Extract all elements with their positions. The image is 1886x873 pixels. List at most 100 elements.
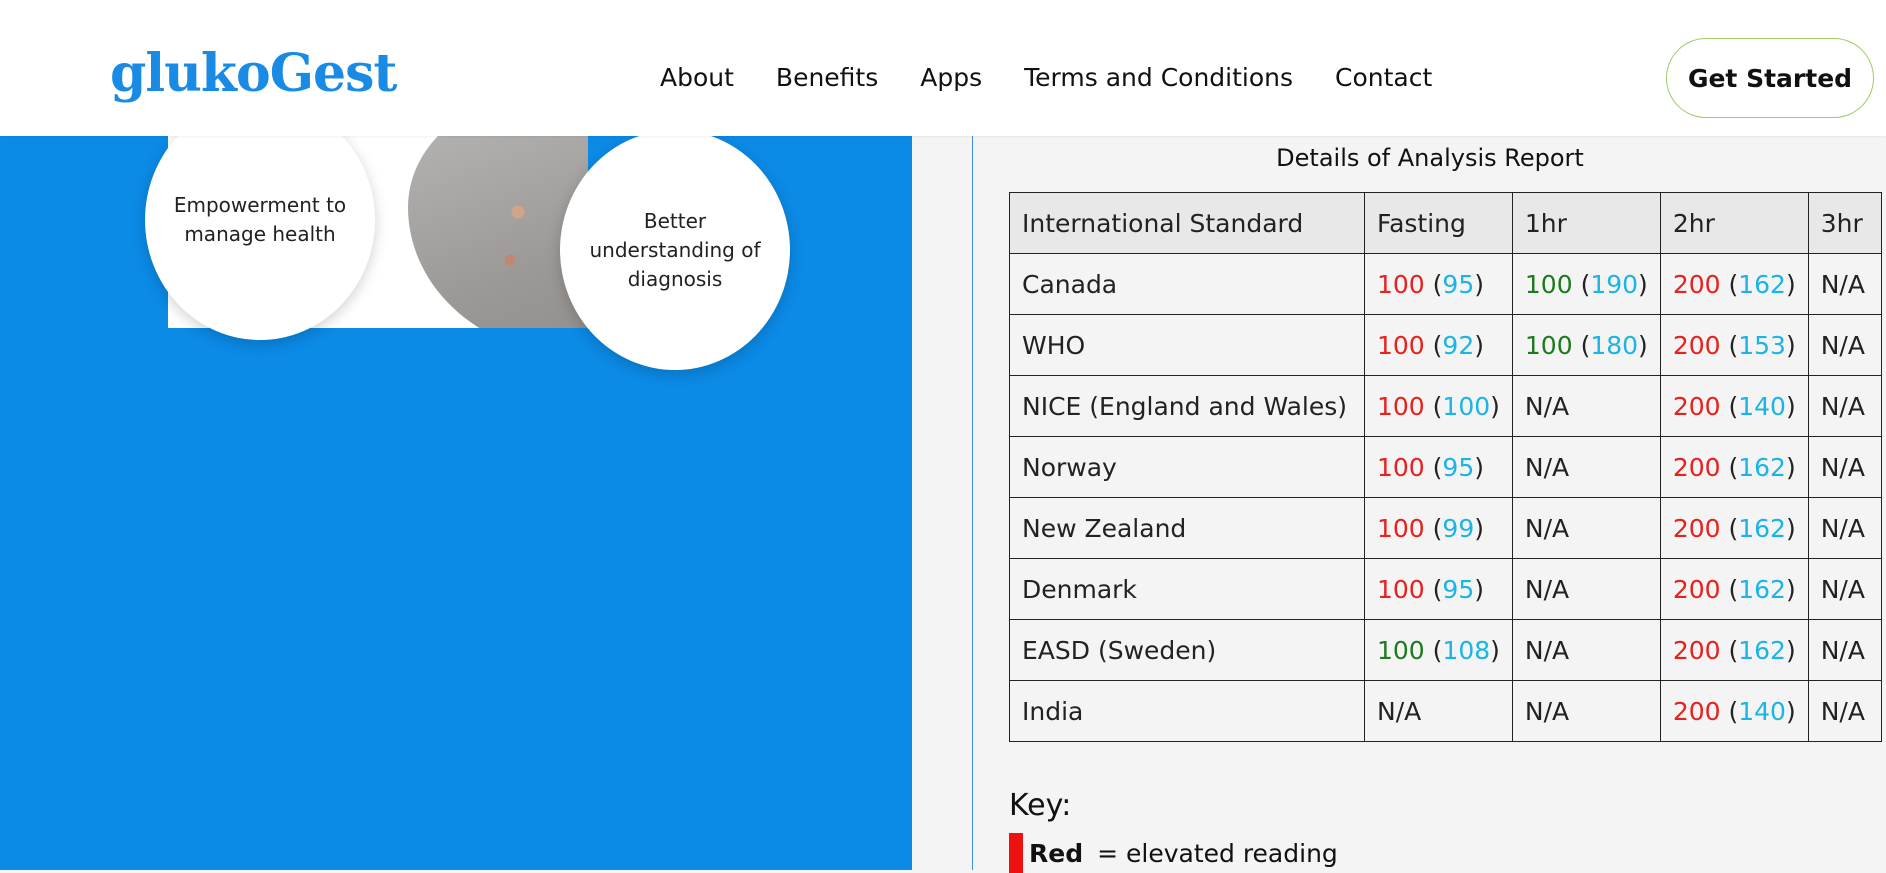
- reading-value: 200: [1672, 635, 1721, 665]
- cell-fasting: 100 (95): [1364, 436, 1513, 498]
- reading-value: 100: [1377, 452, 1425, 482]
- cell-h3: N/A: [1807, 253, 1882, 315]
- cell-h3: N/A: [1807, 436, 1882, 498]
- cell-standard: WHO: [1009, 314, 1365, 376]
- header-standard: International Standard: [1009, 192, 1365, 254]
- cell-h1: 100 (180): [1511, 314, 1661, 376]
- table-row: WHO 100 (92) 100 (180) 200 (153) N/A: [1009, 314, 1882, 376]
- nav-contact[interactable]: Contact: [1335, 62, 1432, 94]
- cell-h2: 200 (162): [1659, 497, 1809, 559]
- table-row: New Zealand 100 (99) N/A 200 (162) N/A: [1009, 497, 1882, 559]
- cell-fasting: 100 (92): [1364, 314, 1513, 376]
- reference-value: 162: [1738, 513, 1786, 543]
- reference-value: 180: [1590, 330, 1639, 360]
- reference-value: 153: [1738, 330, 1786, 360]
- benefit-text: Empowerment to manage health: [173, 193, 347, 246]
- header-fasting: Fasting: [1364, 192, 1513, 254]
- cell-standard: NICE (England and Wales): [1009, 375, 1365, 437]
- key-label: Red: [1029, 838, 1084, 868]
- cell-h2: 200 (140): [1659, 680, 1809, 742]
- panel-divider: [972, 136, 973, 870]
- cell-h1: N/A: [1511, 619, 1661, 681]
- table-row: Norway 100 (95) N/A 200 (162) N/A: [1009, 436, 1882, 498]
- cell-h3: N/A: [1807, 619, 1882, 681]
- cell-standard: Denmark: [1009, 558, 1365, 620]
- cell-h2: 200 (162): [1659, 253, 1809, 315]
- reading-value: 100: [1524, 330, 1573, 360]
- table-body: Canada 100 (95) 100 (190) 200 (162) N/A WHO 10…: [1009, 253, 1882, 742]
- cell-h3: N/A: [1807, 497, 1882, 559]
- reading-value: 100: [1377, 513, 1425, 543]
- cell-h1: N/A: [1511, 497, 1661, 559]
- reading-value: 200: [1672, 391, 1721, 421]
- site-header: glukoGest About Benefits Apps Terms and …: [0, 0, 1886, 136]
- reference-value: 108: [1442, 635, 1491, 665]
- nav-about[interactable]: About: [660, 62, 734, 94]
- cell-h2: 200 (162): [1659, 558, 1809, 620]
- benefit-circle-understanding: Better understanding of diagnosis: [560, 130, 790, 370]
- reference-value: 162: [1738, 635, 1786, 665]
- main-nav: About Benefits Apps Terms and Conditions…: [660, 62, 1474, 94]
- table-row: EASD (Sweden) 100 (108) N/A 200 (162) N/A: [1009, 619, 1882, 681]
- reading-value: 100: [1377, 330, 1425, 360]
- cell-standard: EASD (Sweden): [1009, 619, 1365, 681]
- reading-value: 200: [1672, 330, 1721, 360]
- cell-fasting: 100 (100): [1364, 375, 1513, 437]
- reference-value: 140: [1738, 391, 1786, 421]
- reading-value: 200: [1672, 269, 1721, 299]
- cell-h3: N/A: [1807, 314, 1882, 376]
- reference-value: 99: [1442, 513, 1475, 543]
- logo[interactable]: glukoGest: [110, 44, 397, 104]
- cell-h2: 200 (140): [1659, 375, 1809, 437]
- nav-benefits[interactable]: Benefits: [776, 62, 878, 94]
- cell-h1: 100 (190): [1511, 253, 1661, 315]
- reading-value: 100: [1377, 635, 1425, 665]
- reference-value: 95: [1442, 269, 1475, 299]
- cell-h3: N/A: [1807, 680, 1882, 742]
- reference-value: 140: [1738, 696, 1786, 726]
- cell-h2: 200 (153): [1659, 314, 1809, 376]
- cell-h1: N/A: [1511, 558, 1661, 620]
- table-row: NICE (England and Wales) 100 (100) N/A 200 …: [1009, 375, 1882, 437]
- reference-value: 95: [1442, 452, 1475, 482]
- cell-fasting: N/A: [1364, 680, 1513, 742]
- benefit-circle-empowerment: Empowerment to manage health: [145, 100, 375, 340]
- report-title: Details of Analysis Report: [1276, 144, 1584, 172]
- table-header-row: International Standard Fasting 1hr 2hr 3…: [1009, 192, 1882, 254]
- cell-standard: Norway: [1009, 436, 1365, 498]
- reading-value: 100: [1377, 391, 1425, 421]
- reference-value: 190: [1590, 269, 1639, 299]
- cell-h3: N/A: [1807, 375, 1882, 437]
- key-item: Red = elevated reading: [1009, 833, 1338, 873]
- key-title: Key:: [1009, 788, 1072, 823]
- cell-standard: Canada: [1009, 253, 1365, 315]
- reference-value: 95: [1442, 574, 1475, 604]
- reading-value: 100: [1377, 574, 1425, 604]
- cell-h2: 200 (162): [1659, 436, 1809, 498]
- table-row: Denmark 100 (95) N/A 200 (162) N/A: [1009, 558, 1882, 620]
- nav-terms[interactable]: Terms and Conditions: [1024, 62, 1293, 94]
- reference-value: 100: [1442, 391, 1491, 421]
- reference-value: 162: [1738, 452, 1786, 482]
- cell-fasting: 100 (95): [1364, 253, 1513, 315]
- cell-h3: N/A: [1807, 558, 1882, 620]
- header-3hr: 3hr: [1807, 192, 1882, 254]
- reference-value: 162: [1738, 269, 1786, 299]
- red-swatch: [1009, 833, 1023, 873]
- reference-value: 92: [1442, 330, 1475, 360]
- table-row: Canada 100 (95) 100 (190) 200 (162) N/A: [1009, 253, 1882, 315]
- cell-fasting: 100 (99): [1364, 497, 1513, 559]
- cell-fasting: 100 (95): [1364, 558, 1513, 620]
- analysis-table: International Standard Fasting 1hr 2hr 3…: [1009, 192, 1882, 742]
- cell-h1: N/A: [1511, 375, 1661, 437]
- reading-value: 200: [1672, 513, 1721, 543]
- reading-value: 200: [1672, 696, 1721, 726]
- reading-value: 100: [1524, 269, 1573, 299]
- reading-value: 200: [1672, 452, 1721, 482]
- nav-apps[interactable]: Apps: [920, 62, 982, 94]
- cell-standard: New Zealand: [1009, 497, 1365, 559]
- get-started-button[interactable]: Get Started: [1666, 38, 1874, 118]
- table-row: India N/A N/A 200 (140) N/A: [1009, 680, 1882, 742]
- cell-fasting: 100 (108): [1364, 619, 1513, 681]
- cell-h2: 200 (162): [1659, 619, 1809, 681]
